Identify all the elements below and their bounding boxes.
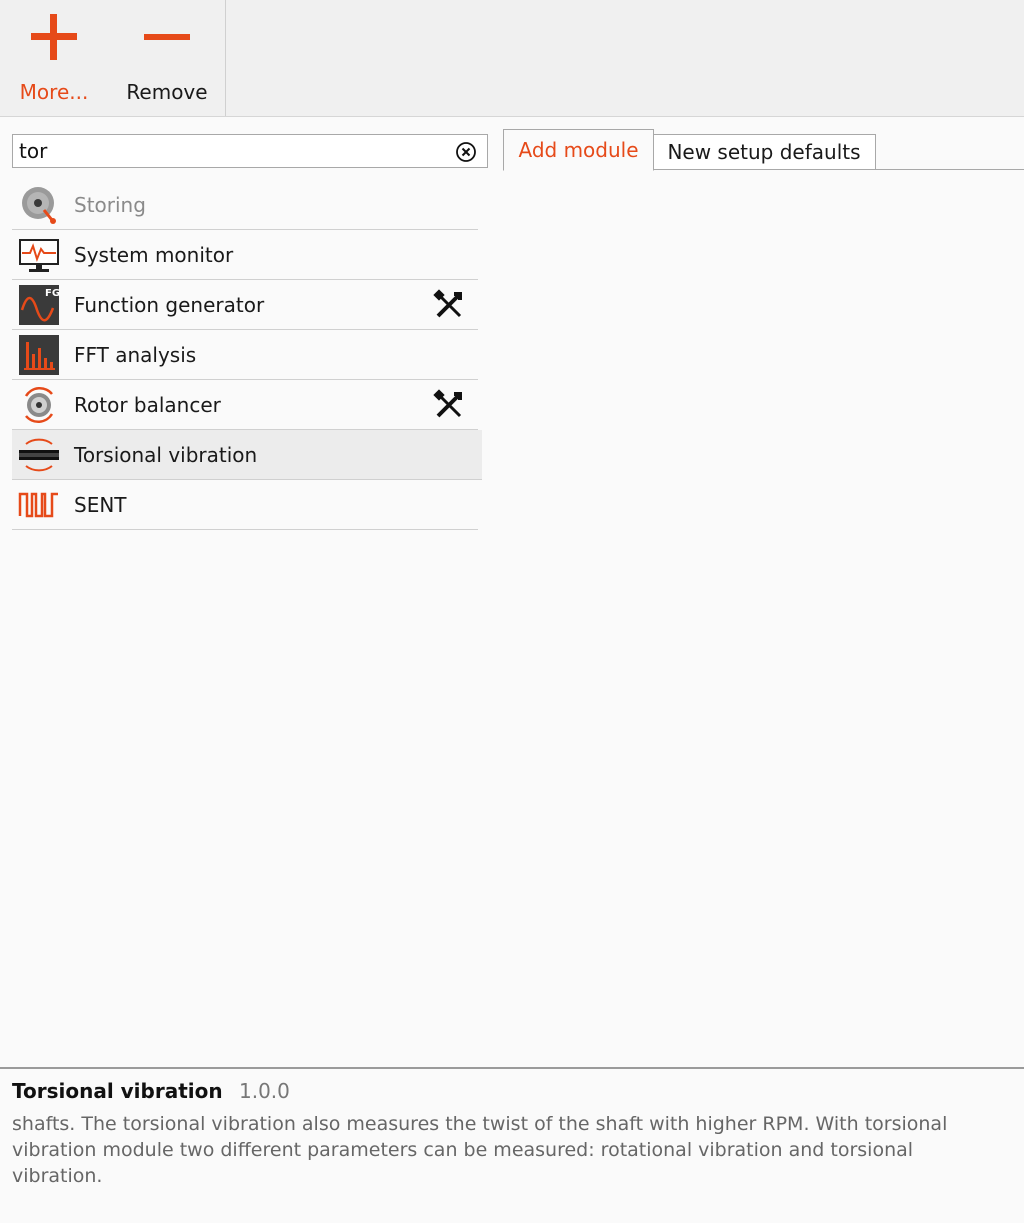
- list-item-rotor-balancer[interactable]: Rotor balancer: [12, 380, 478, 430]
- module-info-version: 1.0.0: [239, 1079, 290, 1103]
- search-box: [12, 134, 488, 168]
- module-info-title: Torsional vibration: [12, 1079, 223, 1103]
- module-list: Storing System monitor FG Function gener…: [12, 180, 482, 530]
- module-info-panel: Torsional vibration 1.0.0 shafts. The to…: [0, 1067, 1024, 1223]
- torsional-vibration-icon: [18, 434, 60, 476]
- list-item-function-generator[interactable]: FG Function generator: [12, 280, 478, 330]
- function-generator-icon: FG: [18, 284, 60, 326]
- more-button-label: More...: [19, 80, 89, 104]
- module-info-description: shafts. The torsional vibration also mea…: [12, 1113, 948, 1187]
- list-item-system-monitor[interactable]: System monitor: [12, 230, 478, 280]
- list-item-fft-analysis[interactable]: FFT analysis: [12, 330, 478, 380]
- clear-search-icon[interactable]: [455, 141, 477, 163]
- list-item-storing[interactable]: Storing: [12, 180, 478, 230]
- storing-icon: [18, 184, 60, 226]
- list-item-label: Torsional vibration: [74, 442, 258, 467]
- tools-icon[interactable]: [432, 388, 466, 422]
- fg-badge-text: FG: [45, 288, 60, 299]
- tools-icon[interactable]: [432, 288, 466, 322]
- remove-button-label: Remove: [126, 80, 208, 104]
- minus-icon: [144, 34, 190, 40]
- list-item-label: Rotor balancer: [74, 392, 221, 417]
- search-input[interactable]: [19, 137, 449, 165]
- more-button[interactable]: More...: [0, 0, 108, 116]
- rotor-balancer-icon: [18, 384, 60, 426]
- list-item-label: SENT: [74, 492, 127, 517]
- list-item-label: Storing: [74, 192, 146, 217]
- tab-new-setup-defaults[interactable]: New setup defaults: [653, 134, 876, 170]
- list-item-torsional-vibration[interactable]: Torsional vibration: [12, 430, 482, 480]
- remove-button[interactable]: Remove: [109, 0, 226, 116]
- system-monitor-icon: [18, 234, 60, 276]
- toolbar: More... Remove: [0, 0, 1024, 117]
- list-item-label: System monitor: [74, 242, 234, 267]
- fft-analysis-icon: [18, 334, 60, 376]
- list-item-sent[interactable]: SENT: [12, 480, 478, 530]
- list-item-label: Function generator: [74, 292, 265, 317]
- tab-add-module[interactable]: Add module: [503, 129, 654, 171]
- list-item-label: FFT analysis: [74, 342, 197, 367]
- sent-icon: [18, 484, 60, 526]
- plus-icon: [31, 14, 77, 60]
